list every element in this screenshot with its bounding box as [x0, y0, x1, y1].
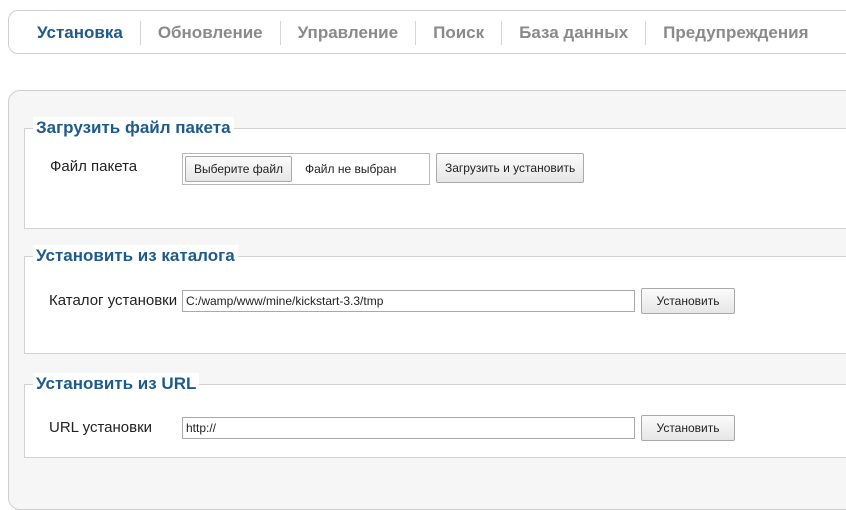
- upload-package-legend: Загрузить файл пакета: [33, 117, 234, 139]
- tab-discover[interactable]: Поиск: [415, 21, 501, 45]
- tab-list: Установка Обновление Управление Поиск Ба…: [27, 21, 826, 45]
- install-url-input[interactable]: http://: [182, 417, 635, 439]
- install-url-label: URL установки: [49, 419, 153, 436]
- package-file-input[interactable]: Выберите файл Файл не выбран: [182, 153, 430, 185]
- file-status-text: Файл не выбран: [305, 162, 397, 176]
- tab-manage[interactable]: Управление: [279, 21, 415, 45]
- tab-install[interactable]: Установка: [27, 21, 140, 45]
- install-directory-label: Каталог установки: [49, 292, 178, 309]
- install-from-directory-button[interactable]: Установить: [641, 288, 735, 314]
- tab-warnings[interactable]: Предупреждения: [645, 21, 825, 45]
- tab-update[interactable]: Обновление: [139, 21, 280, 45]
- choose-file-button[interactable]: Выберите файл: [185, 156, 293, 182]
- install-from-url-button[interactable]: Установить: [641, 415, 735, 441]
- package-file-label: Файл пакета: [50, 158, 138, 175]
- install-from-url-legend: Установить из URL: [33, 373, 200, 395]
- install-from-directory-legend: Установить из каталога: [33, 245, 238, 267]
- install-directory-input[interactable]: C:/wamp/www/mine/kickstart-3.3/tmp: [182, 290, 635, 312]
- upload-and-install-button[interactable]: Загрузить и установить: [436, 153, 585, 183]
- tab-database[interactable]: База данных: [501, 21, 645, 45]
- upload-package-fieldset: Загрузить файл пакета: [24, 117, 846, 229]
- tabs-bar: Установка Обновление Управление Поиск Ба…: [8, 10, 846, 54]
